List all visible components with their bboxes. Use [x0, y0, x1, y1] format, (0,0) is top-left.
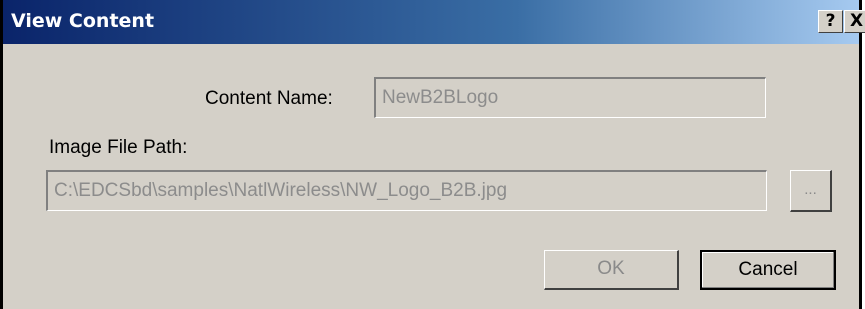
title-bar: View Content ? X [3, 0, 865, 44]
dialog-title: View Content [11, 10, 155, 32]
content-name-label: Content Name: [205, 88, 333, 109]
image-path-field[interactable]: C:\EDCSbd\samples\NatlWireless\NW_Logo_B… [46, 170, 767, 211]
content-name-field[interactable]: NewB2BLogo [374, 77, 766, 118]
browse-button[interactable]: ... [790, 170, 832, 212]
ok-button[interactable]: OK [544, 250, 679, 290]
close-button[interactable]: X [844, 10, 865, 33]
image-path-label: Image File Path: [49, 137, 188, 158]
view-content-dialog: View Content ? X Content Name: NewB2BLog… [0, 0, 865, 309]
cancel-button[interactable]: Cancel [700, 250, 836, 290]
help-button[interactable]: ? [818, 10, 843, 33]
